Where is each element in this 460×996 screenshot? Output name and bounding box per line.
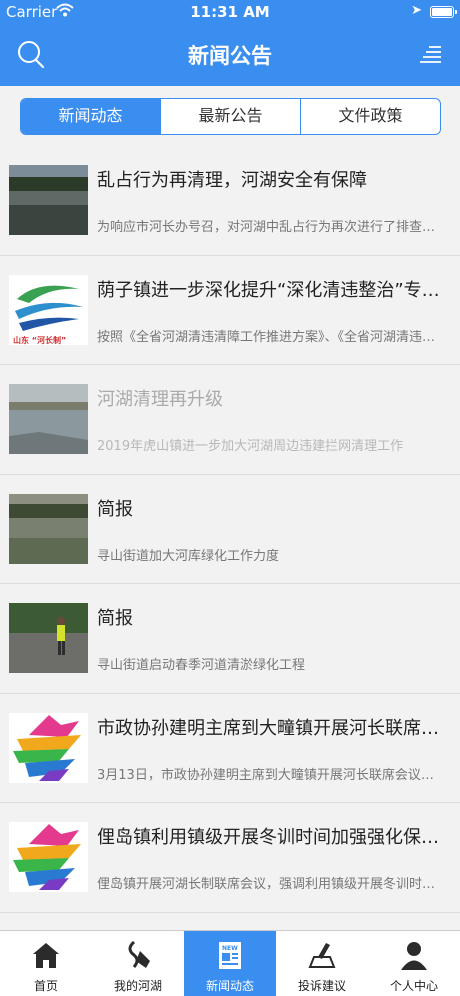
svg-text:山东 “河长制”: 山东 “河长制” [13,335,66,345]
news-title: 简报 [97,608,133,629]
news-summary: 按照《全省河湖清违清障工作推进方案》、《全省河湖清违清障工作推进 [97,329,444,345]
news-title: 荫子镇进一步深化提升“深化清违整治”专项行动 [97,279,446,301]
news-title: 河湖清理再升级 [97,389,223,410]
news-summary: 为响应市河长办号召，对河湖中乱占行为再次进行了排查清除 [97,220,444,235]
tab-bar: 首页 我的河湖 NEW 新闻动态 投诉建议 个人中心 [0,930,460,996]
news-summary: 寻山街道启动春季河道清淤绿化工程 [97,658,306,673]
tab-my-river[interactable]: 我的河湖 [92,931,184,996]
news-item[interactable]: 简报 寻山街道加大河库绿化工作力度 [0,475,460,584]
svg-text:NEW: NEW [222,945,238,952]
tab-label: 个人中心 [389,979,438,993]
news-item[interactable] [0,913,460,931]
tab-home[interactable]: 首页 [0,931,92,996]
complaint-icon [308,943,336,968]
news-icon: NEW [219,942,241,969]
battery-icon [430,6,457,18]
segment-policies[interactable]: 文件政策 [300,99,440,134]
segment-news[interactable]: 新闻动态 [21,99,160,134]
tab-profile[interactable]: 个人中心 [368,931,460,996]
tab-label: 首页 [33,979,58,993]
my-river-icon [128,940,150,968]
thumbnail-shandong-hezhang-logo: 山东 “河长制” [9,274,88,345]
home-icon [33,943,59,968]
segmented-control: 新闻动态 最新公告 文件政策 [20,98,441,135]
news-item[interactable]: 俚岛镇利用镇级开展冬训时间加强强化保护河湖意识 俚岛镇开展河湖长制联席会议，强调… [0,803,460,913]
news-title: 俚岛镇利用镇级开展冬训时间加强强化保护河湖意识 [97,827,446,848]
thumbnail-river-photo [9,165,88,235]
news-list: 乱占行为再清理，河湖安全有保障 为响应市河长办号召，对河湖中乱占行为再次进行了排… [0,146,460,930]
person-icon [401,942,427,970]
thumbnail-rainbow-logo [9,712,88,783]
thumbnail-lake-photo [9,384,88,454]
page-title: 新闻公告 [188,44,272,68]
tab-label: 我的河湖 [113,979,162,993]
news-item[interactable]: 河湖清理再升级 2019年虎山镇进一步加大河湖周边违建拦网清理工作 [0,365,460,475]
tab-label: 投诉建议 [297,979,346,993]
news-item[interactable]: 乱占行为再清理，河湖安全有保障 为响应市河长办号召，对河湖中乱占行为再次进行了排… [0,146,460,256]
status-bar: Carrier 11:31 AM ➤ [0,0,460,24]
location-arrow-icon: ➤ [411,3,422,18]
segment-announcements[interactable]: 最新公告 [160,99,300,134]
news-item[interactable]: 山东 “河长制” 荫子镇进一步深化提升“深化清违整治”专项行动 按照《全省河湖清… [0,256,460,365]
news-summary: 寻山街道加大河库绿化工作力度 [97,548,280,564]
thumbnail-reservoir-photo [9,493,88,564]
tab-news[interactable]: NEW 新闻动态 [184,931,276,996]
news-title: 市政协孙建明主席到大疃镇开展河长联席会议 [97,717,446,739]
menu-icon[interactable] [420,44,442,66]
news-item[interactable]: 简报 寻山街道启动春季河道清淤绿化工程 [0,584,460,694]
clock: 11:31 AM [190,3,270,21]
tab-label: 新闻动态 [205,979,254,993]
tab-complaint[interactable]: 投诉建议 [276,931,368,996]
news-item[interactable]: 市政协孙建明主席到大疃镇开展河长联席会议 3月13日，市政协孙建明主席到大疃镇开… [0,694,460,803]
news-summary: 3月13日，市政协孙建明主席到大疃镇开展河长联席会议。会议听取 [97,767,444,783]
thumbnail-rainbow-logo [9,822,88,892]
thumbnail-worker-photo [9,603,88,673]
news-title: 乱占行为再清理，河湖安全有保障 [97,170,367,191]
news-summary: 2019年虎山镇进一步加大河湖周边违建拦网清理工作 [97,439,404,454]
nav-bar: 新闻公告 [0,24,460,86]
news-title: 简报 [97,498,133,520]
news-summary: 俚岛镇开展河湖长制联席会议，强调利用镇级开展冬训时间加强 [97,877,444,892]
